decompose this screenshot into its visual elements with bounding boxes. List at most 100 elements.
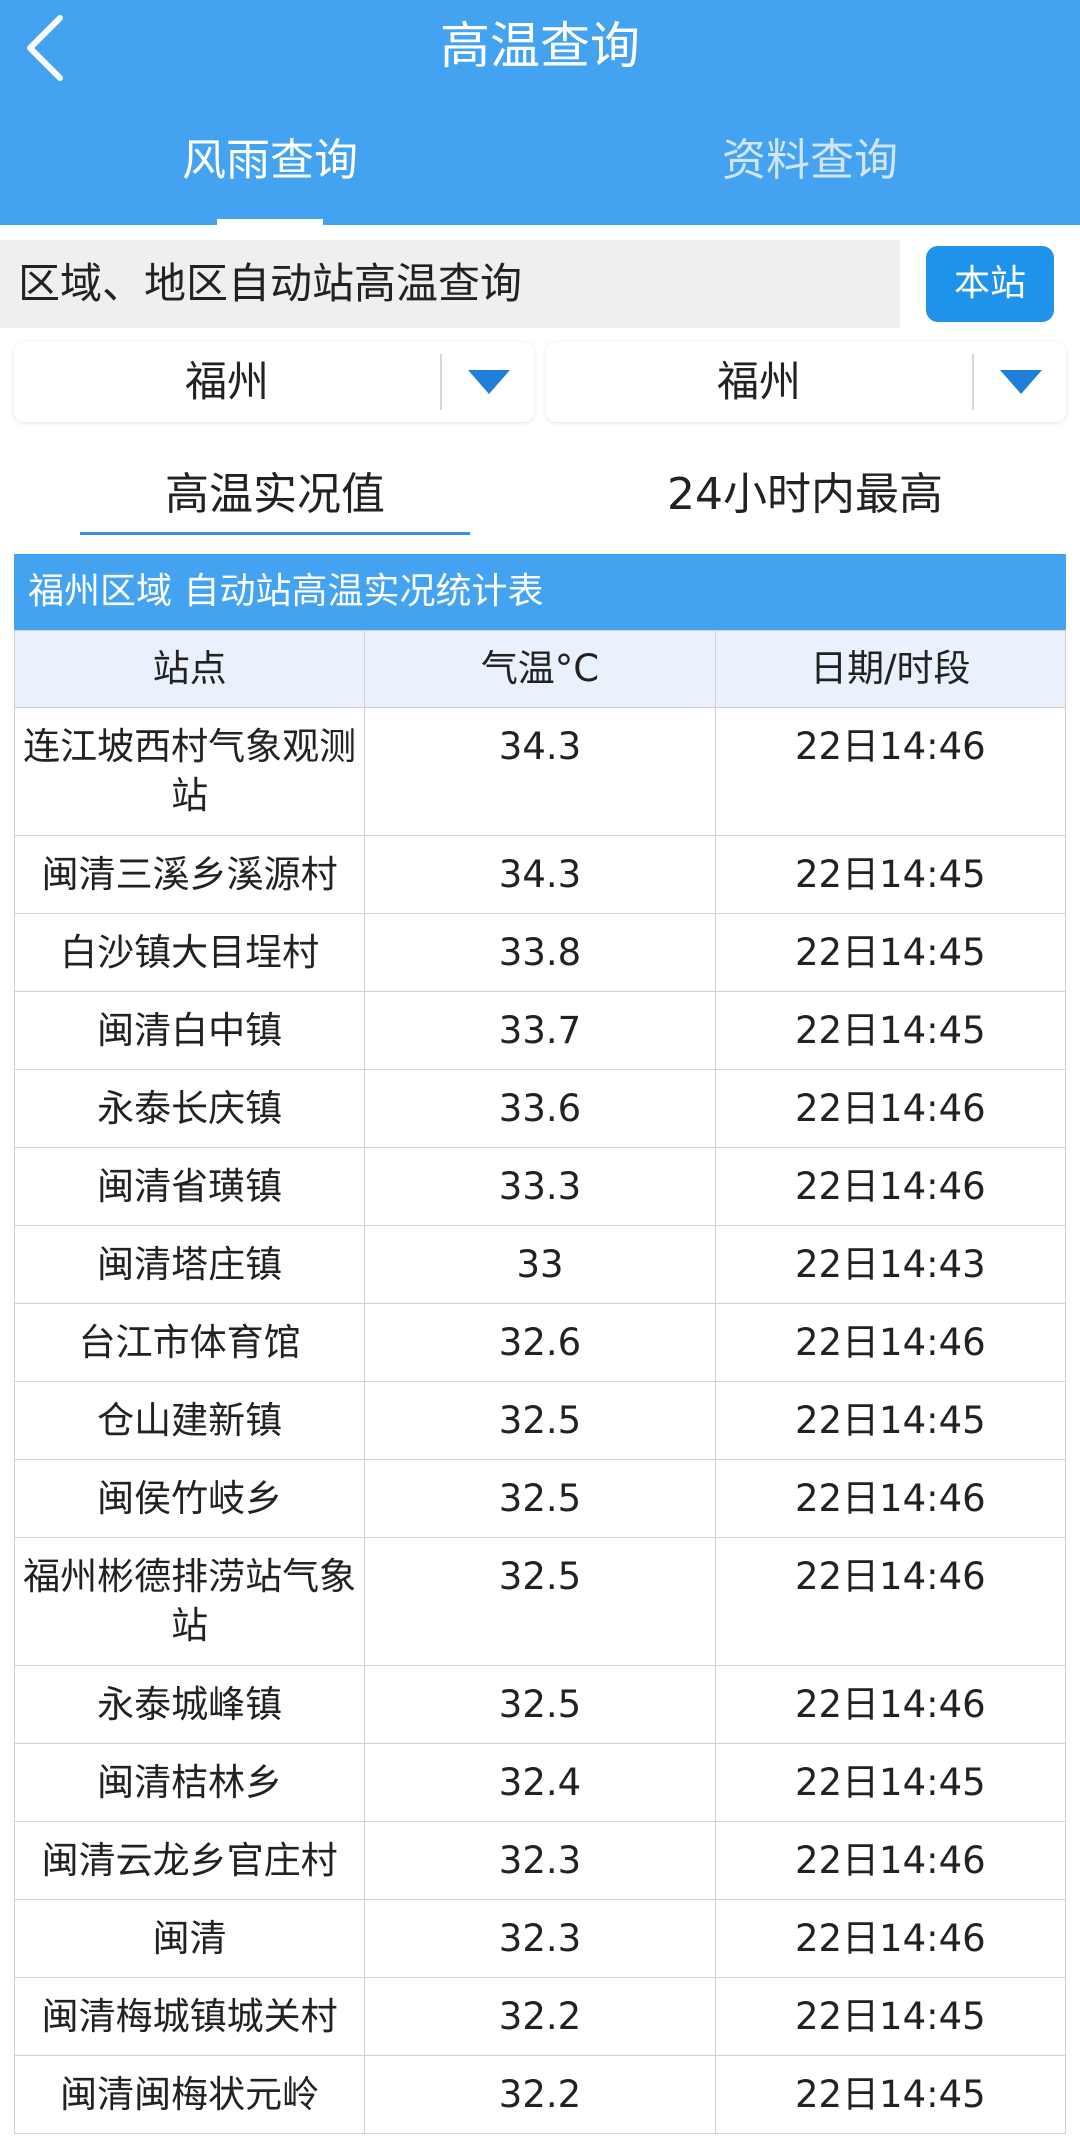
station-name-cell-text: 闽清梅城镇城关村: [41, 1995, 338, 2038]
temperature-cell-text: 33.7: [498, 1009, 582, 1052]
station-name-cell: 仓山建新镇: [13, 1381, 366, 1460]
temperature-cell: 32.2: [364, 2055, 716, 2134]
time-cell: 22日14:45: [714, 913, 1067, 992]
table-row[interactable]: 白沙镇大目埕村 33.8 22日14:45: [13, 913, 1067, 992]
station-name-cell-text: 永泰长庆镇: [97, 1087, 283, 1130]
table-row[interactable]: 永泰城峰镇 32.5 22日14:46: [13, 1665, 1067, 1744]
table-row[interactable]: 闽清 32.3 22日14:46: [13, 1899, 1067, 1978]
time-cell-text: 22日14:46: [794, 1165, 986, 1208]
high-temp-table: 福州区域 自动站高温实况统计表 站点 气温°C 日期/时段 连江坡西村气象观测站…: [13, 554, 1067, 2134]
time-cell: 22日14:46: [714, 1147, 1067, 1226]
time-cell-text: 22日14:46: [794, 1917, 986, 1960]
table-row[interactable]: 连江坡西村气象观测站 34.3 22日14:46: [13, 707, 1067, 836]
time-cell-text: 22日14:46: [794, 725, 986, 768]
select-divider: [440, 354, 442, 410]
time-cell-text: 22日14:46: [794, 1839, 986, 1882]
time-cell: 22日14:46: [714, 1459, 1067, 1538]
station-name-cell-text: 闽侯竹岐乡: [97, 1477, 283, 1520]
station-name-cell-text: 闽清白中镇: [97, 1009, 283, 1052]
table-row[interactable]: 闽侯竹岐乡 32.5 22日14:46: [13, 1459, 1067, 1538]
station-name-cell: 永泰长庆镇: [13, 1069, 366, 1148]
temperature-cell: 33.6: [364, 1069, 716, 1148]
table-row[interactable]: 闽清闽梅状元岭 32.2 22日14:45: [13, 2055, 1067, 2134]
table-row[interactable]: 闽清白中镇 33.7 22日14:45: [13, 991, 1067, 1070]
temperature-cell-text: 32.2: [498, 1995, 582, 2038]
time-cell: 22日14:45: [714, 835, 1067, 914]
station-name-cell: 闽清三溪乡溪源村: [13, 835, 366, 914]
temperature-cell: 32.5: [364, 1381, 716, 1460]
local-station-button[interactable]: 本站: [926, 246, 1054, 322]
time-cell-text: 22日14:45: [794, 1399, 986, 1442]
table-row[interactable]: 闽清塔庄镇 33 22日14:43: [13, 1225, 1067, 1304]
time-cell: 22日14:46: [714, 1899, 1067, 1978]
time-cell: 22日14:45: [714, 1977, 1067, 2056]
time-cell: 22日14:45: [714, 1381, 1067, 1460]
station-name-cell: 闽清桔林乡: [13, 1743, 366, 1822]
temperature-cell: 32.3: [364, 1821, 716, 1900]
time-cell: 22日14:46: [714, 1821, 1067, 1900]
table-row[interactable]: 福州彬德排涝站气象站 32.5 22日14:46: [13, 1537, 1067, 1666]
time-cell-text: 22日14:46: [794, 1087, 986, 1130]
time-cell-text: 22日14:45: [794, 931, 986, 974]
region-select-value: 福州: [184, 357, 269, 406]
temperature-cell: 32.5: [364, 1665, 716, 1744]
time-cell-text: 22日14:46: [794, 1555, 986, 1598]
temperature-cell: 32.5: [364, 1459, 716, 1538]
station-name-cell: 闽清省璜镇: [13, 1147, 366, 1226]
column-header-station: 站点: [13, 630, 366, 708]
station-name-cell: 闽清云龙乡官庄村: [13, 1821, 366, 1900]
dropdown-arrow-icon[interactable]: [998, 368, 1044, 396]
region-select[interactable]: 福州: [14, 342, 534, 422]
temperature-cell-text: 33.3: [498, 1165, 582, 1208]
temperature-cell: 32.5: [364, 1537, 716, 1666]
table-row[interactable]: 永泰长庆镇 33.6 22日14:46: [13, 1069, 1067, 1148]
area-select[interactable]: 福州: [546, 342, 1066, 422]
station-name-cell: 闽清: [13, 1899, 366, 1978]
table-row[interactable]: 闽清云龙乡官庄村 32.3 22日14:46: [13, 1821, 1067, 1900]
query-label: 区域、地区自动站高温查询: [18, 259, 523, 308]
table-row[interactable]: 闽清桔林乡 32.4 22日14:45: [13, 1743, 1067, 1822]
time-cell-text: 22日14:46: [794, 1477, 986, 1520]
dropdown-arrow-icon[interactable]: [466, 368, 512, 396]
temperature-cell: 34.3: [364, 707, 716, 836]
column-header-temperature: 气温°C: [364, 630, 716, 708]
station-name-cell-text: 闽清桔林乡: [97, 1761, 283, 1804]
station-name-cell-text: 闽清: [152, 1917, 227, 1960]
station-name-cell-text: 白沙镇大目埕村: [60, 931, 320, 974]
temperature-cell: 32.3: [364, 1899, 716, 1978]
station-name-cell-text: 仓山建新镇: [97, 1399, 283, 1442]
time-cell: 22日14:45: [714, 2055, 1067, 2134]
column-header-time: 日期/时段: [714, 630, 1067, 708]
temperature-cell-text: 32.6: [498, 1321, 582, 1364]
area-select-value: 福州: [716, 357, 801, 406]
tab-24h-max[interactable]: 24小时内最高: [570, 460, 1040, 530]
temperature-cell-text: 32.2: [498, 2073, 582, 2116]
temperature-cell: 32.4: [364, 1743, 716, 1822]
station-name-cell: 闽清闽梅状元岭: [13, 2055, 366, 2134]
table-row[interactable]: 仓山建新镇 32.5 22日14:45: [13, 1381, 1067, 1460]
table-body: 连江坡西村气象观测站 34.3 22日14:46 闽清三溪乡溪源村 34.3 22日14:…: [13, 707, 1067, 2134]
mode-tab-indicator: [80, 532, 470, 535]
time-cell: 22日14:46: [714, 1303, 1067, 1382]
table-row[interactable]: 闽清三溪乡溪源村 34.3 22日14:45: [13, 835, 1067, 914]
temperature-cell-text: 32.5: [498, 1555, 582, 1598]
active-tab-indicator: [217, 219, 323, 225]
table-row[interactable]: 闽清梅城镇城关村 32.2 22日14:45: [13, 1977, 1067, 2056]
temperature-cell-text: 34.3: [498, 725, 582, 768]
temperature-cell: 33: [364, 1225, 716, 1304]
temperature-cell-text: 32.5: [498, 1683, 582, 1726]
time-cell-text: 22日14:46: [794, 1321, 986, 1364]
temperature-cell: 32.6: [364, 1303, 716, 1382]
tab-data-query[interactable]: 资料查询: [540, 126, 1080, 196]
station-name-cell-text: 闽清省璜镇: [97, 1165, 283, 1208]
table-row[interactable]: 台江市体育馆 32.6 22日14:46: [13, 1303, 1067, 1382]
temperature-cell: 33.8: [364, 913, 716, 992]
temperature-cell: 33.3: [364, 1147, 716, 1226]
table-row[interactable]: 闽清省璜镇 33.3 22日14:46: [13, 1147, 1067, 1226]
station-name-cell: 连江坡西村气象观测站: [13, 707, 366, 836]
time-cell-text: 22日14:45: [794, 853, 986, 896]
time-cell: 22日14:46: [714, 1537, 1067, 1666]
tab-wind-rain[interactable]: 风雨查询: [0, 126, 540, 196]
app-header: 高温查询 风雨查询 资料查询: [0, 0, 1080, 225]
tab-current-high-temp[interactable]: 高温实况值: [80, 460, 470, 530]
